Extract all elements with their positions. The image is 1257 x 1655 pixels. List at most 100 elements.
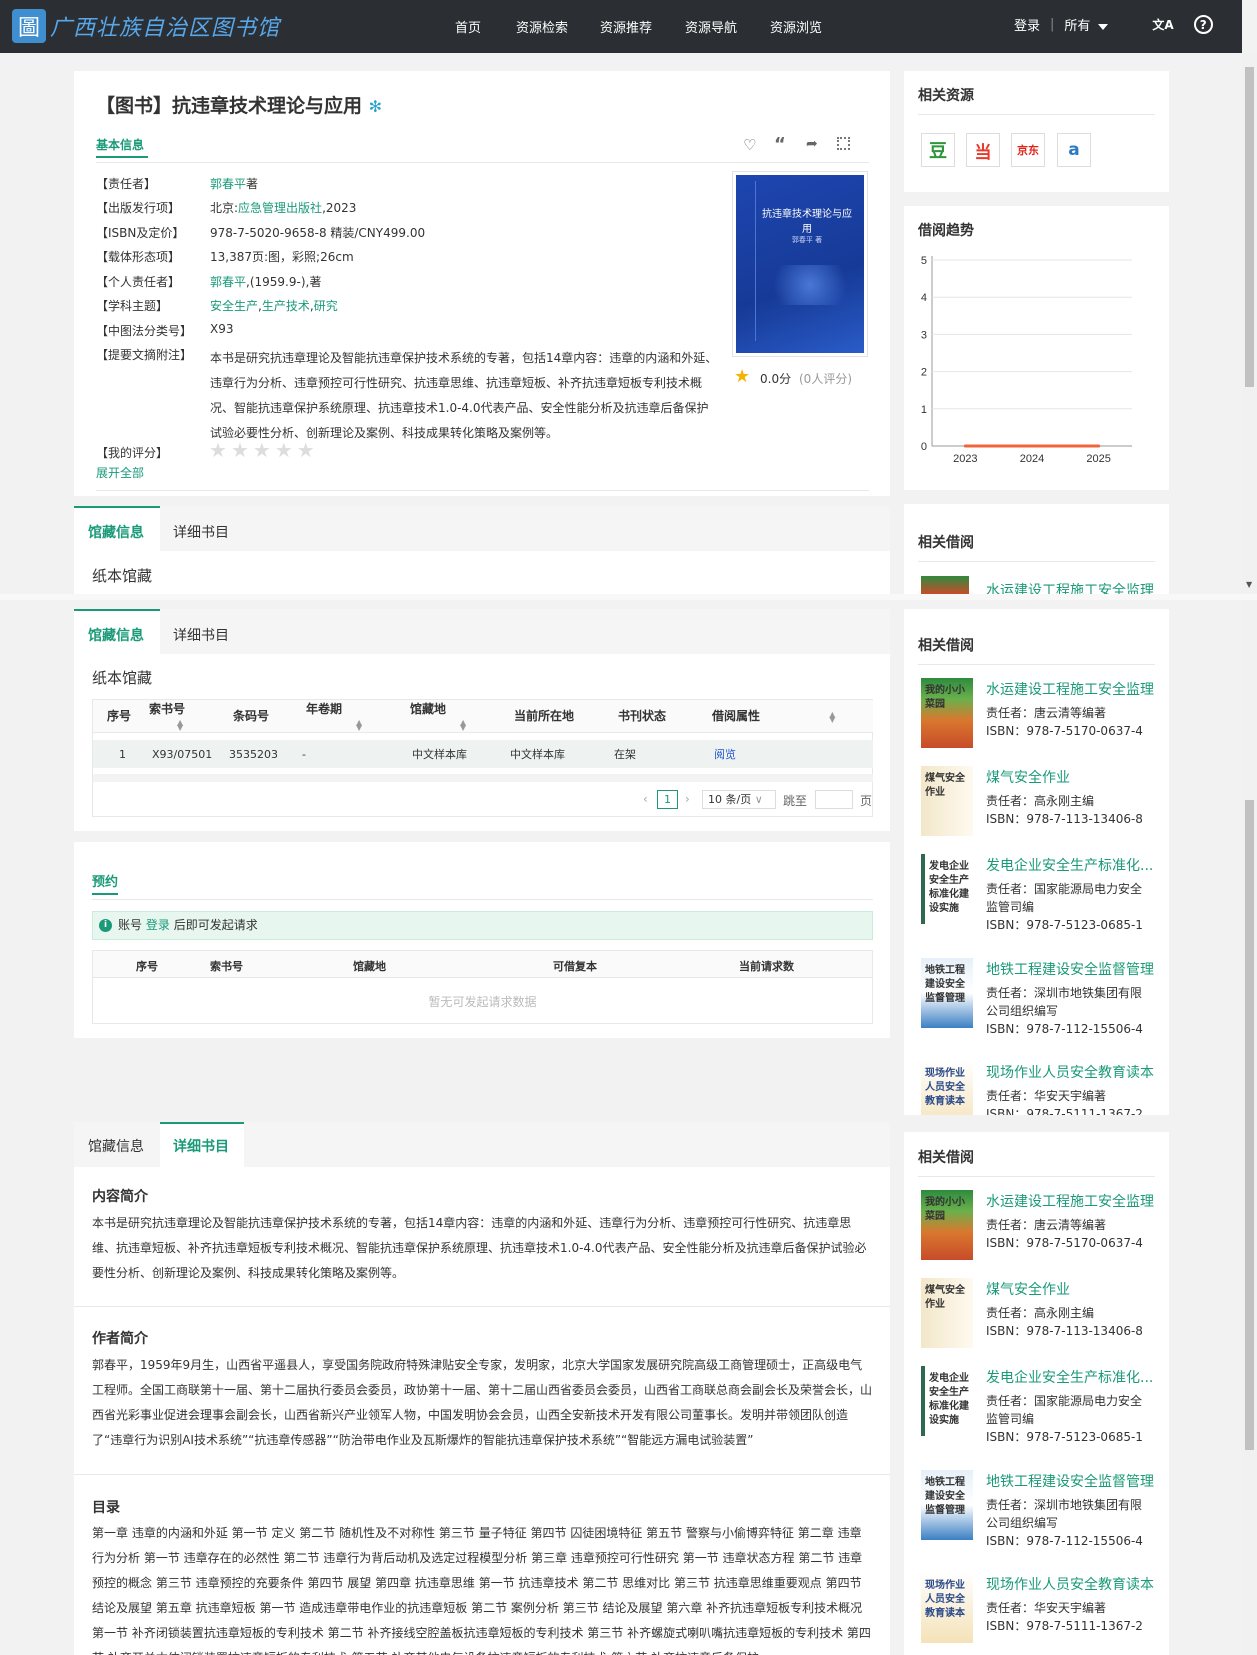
- cell-borrow-attr[interactable]: 阅览: [698, 740, 873, 768]
- tab-basic-info[interactable]: 基本信息: [96, 136, 144, 153]
- related-borrow-item[interactable]: 我的小小菜园 水运建设工程施工安全监理 责任者：唐云清等编著 ISBN：978-7-5…: [904, 1190, 1169, 1280]
- share-icon[interactable]: ➦: [806, 136, 818, 152]
- star-icon[interactable]: ★: [297, 438, 315, 462]
- scrollbar-thumb[interactable]: [1245, 67, 1254, 387]
- book-cover-thumb[interactable]: 地铁工程建设安全监督管理: [921, 958, 973, 1028]
- related-borrow-title: 相关借阅: [918, 638, 974, 654]
- related-book-title[interactable]: 地铁工程建设安全监督管理: [986, 1471, 1154, 1491]
- personal-author-link[interactable]: 郭春平: [210, 275, 246, 289]
- nav-search[interactable]: 资源检索: [516, 17, 568, 36]
- star-icon[interactable]: ★: [253, 438, 271, 462]
- related-borrow-item[interactable]: 地铁工程建设安全监督管理 地铁工程建设安全监督管理 责任者：深圳市地铁集团有限 公司组…: [904, 958, 1169, 1048]
- subject-link[interactable]: 生产技术: [262, 299, 310, 313]
- page-current[interactable]: 1: [657, 790, 678, 809]
- related-book-title[interactable]: 发电企业安全生产标准化...: [986, 1367, 1153, 1387]
- douban-icon[interactable]: 豆: [921, 133, 955, 167]
- page-size-select[interactable]: 10 条/页 ∨: [702, 790, 776, 809]
- related-borrow-item[interactable]: 现场作业人员安全教育读本 现场作业人员安全教育读本 责任者：华安天宇编著 ISBN：9…: [904, 1061, 1169, 1115]
- related-book-title[interactable]: 水运建设工程施工安全监理: [986, 580, 1154, 594]
- related-book-title[interactable]: 现场作业人员安全教育读本: [986, 1574, 1154, 1594]
- jd-icon[interactable]: 京东: [1011, 133, 1045, 167]
- goto-page-input[interactable]: [815, 790, 853, 809]
- book-cover-thumb[interactable]: 发电企业安全生产标准化建设实施: [921, 1366, 973, 1436]
- related-borrow-item[interactable]: 现场作业人员安全教育读本 现场作业人员安全教育读本 责任者：华安天宇编著 ISBN：9…: [904, 1573, 1169, 1655]
- translate-icon[interactable]: 文A: [1152, 16, 1173, 33]
- library-logo[interactable]: 圖 广西壮族自治区图书馆: [12, 9, 280, 43]
- related-book-title[interactable]: 发电企业安全生产标准化...: [986, 855, 1153, 875]
- col-header[interactable]: 索书号 ▲ ▼: [135, 700, 219, 733]
- book-cover-thumb[interactable]: 地铁工程建设安全监督管理: [921, 1470, 973, 1540]
- book-cover-thumb[interactable]: 煤气安全作业: [921, 1278, 973, 1348]
- tab-holdings-label[interactable]: 馆藏信息: [88, 1136, 144, 1156]
- qrcode-icon[interactable]: [837, 137, 850, 150]
- book-cover-thumb[interactable]: 我的小小菜园: [921, 1190, 973, 1260]
- tab-holdings-label[interactable]: 馆藏信息: [88, 625, 144, 645]
- subject-link[interactable]: 安全生产: [210, 299, 258, 313]
- tab-detail-label[interactable]: 详细书目: [173, 1136, 229, 1156]
- tab-holdings-label[interactable]: 馆藏信息: [88, 522, 144, 542]
- scrollbar[interactable]: [1242, 600, 1257, 1655]
- scrollbar-thumb[interactable]: [1245, 800, 1254, 1450]
- next-page-icon[interactable]: ›: [685, 792, 690, 806]
- amazon-icon[interactable]: a: [1057, 133, 1091, 167]
- table-hscrollbar[interactable]: [93, 774, 873, 782]
- field-publisher: 北京:应急管理出版社,2023: [210, 199, 356, 216]
- sort-icon[interactable]: ▲ ▼: [460, 718, 466, 731]
- book-cover-thumb[interactable]: 现场作业人员安全教育读本: [921, 1061, 973, 1115]
- star-icon[interactable]: ★: [231, 438, 249, 462]
- field-label: 【个人责任者】: [96, 275, 181, 289]
- favorite-icon[interactable]: ♡: [743, 136, 756, 154]
- sort-icon[interactable]: ▲ ▼: [829, 710, 835, 723]
- star-icon[interactable]: ★: [275, 438, 293, 462]
- data-point[interactable]: [1030, 444, 1034, 448]
- nav-home[interactable]: 首页: [455, 17, 481, 36]
- scroll-down-arrow-icon[interactable]: ▼: [1246, 580, 1252, 589]
- data-point[interactable]: [1097, 444, 1101, 448]
- related-book-title[interactable]: 水运建设工程施工安全监理: [986, 1191, 1154, 1211]
- help-icon[interactable]: ?: [1193, 15, 1213, 34]
- nav-recommend[interactable]: 资源推荐: [600, 17, 652, 36]
- dangdang-icon[interactable]: 当: [966, 133, 1000, 167]
- related-borrow-item[interactable]: 煤气安全作业 煤气安全作业 责任者：高永刚主编 ISBN：978-7-113-1340…: [904, 766, 1169, 856]
- prev-page-icon[interactable]: ‹: [643, 792, 648, 806]
- quote-icon[interactable]: “: [774, 134, 786, 155]
- star-icon[interactable]: ★: [209, 438, 227, 462]
- subject-link[interactable]: 研究: [314, 299, 338, 313]
- my-rating-stars[interactable]: ★ ★ ★ ★ ★: [209, 438, 315, 462]
- sort-icon[interactable]: ▲ ▼: [356, 718, 362, 731]
- related-borrow-item[interactable]: 发电企业安全生产标准化建设实施 发电企业安全生产标准化... 责任者：国家能源局电力…: [904, 854, 1169, 944]
- related-borrow-item[interactable]: 煤气安全作业 煤气安全作业 责任者：高永刚主编 ISBN：978-7-113-1340…: [904, 1278, 1169, 1368]
- nav-browse[interactable]: 资源浏览: [770, 17, 822, 36]
- book-cover-thumb[interactable]: 煤气安全作业: [921, 766, 973, 836]
- nav-guide[interactable]: 资源导航: [685, 17, 737, 36]
- related-borrow-item[interactable]: 发电企业安全生产标准化建设实施 发电企业安全生产标准化... 责任者：国家能源局电力…: [904, 1366, 1169, 1456]
- book-cover-thumb[interactable]: [921, 576, 969, 594]
- col-header[interactable]: 馆藏地 ▲ ▼: [396, 700, 500, 733]
- author-link[interactable]: 郭春平: [210, 177, 246, 191]
- related-book-title[interactable]: 水运建设工程施工安全监理: [986, 679, 1154, 699]
- related-book-title[interactable]: 现场作业人员安全教育读本: [986, 1062, 1154, 1082]
- book-cover-thumb[interactable]: 发电企业安全生产标准化建设实施: [921, 854, 973, 924]
- data-point[interactable]: [963, 444, 967, 448]
- related-book-title[interactable]: 煤气安全作业: [986, 1279, 1070, 1299]
- book-cover-thumb[interactable]: 我的小小菜园: [921, 678, 973, 748]
- sort-icon[interactable]: ▲ ▼: [177, 718, 183, 731]
- notice-login-link[interactable]: 登录: [146, 918, 170, 932]
- related-book-title[interactable]: 地铁工程建设安全监督管理: [986, 959, 1154, 979]
- tab-detail-label[interactable]: 详细书目: [173, 625, 229, 645]
- tab-detail-label[interactable]: 详细书目: [173, 522, 229, 542]
- col-header[interactable]: 年卷期 ▲ ▼: [292, 700, 396, 733]
- col-header[interactable]: 借阅属性 ▲ ▼: [698, 700, 873, 733]
- toc-title: 目录: [92, 1500, 120, 1516]
- expand-all-link[interactable]: 展开全部: [96, 464, 144, 481]
- publish-year: ,2023: [322, 201, 357, 215]
- login-link[interactable]: 登录: [1014, 15, 1040, 34]
- book-cover-thumb[interactable]: 现场作业人员安全教育读本: [921, 1573, 973, 1643]
- related-book-title[interactable]: 煤气安全作业: [986, 767, 1070, 787]
- book-cover[interactable]: 抗违章技术理论与应用 郭春平 著: [732, 171, 868, 357]
- related-borrow-item[interactable]: 我的小小菜园 水运建设工程施工安全监理 责任者：唐云清等编著 ISBN：978-7-5…: [904, 678, 1169, 768]
- related-borrow-item[interactable]: 地铁工程建设安全监督管理 地铁工程建设安全监督管理 责任者：深圳市地铁集团有限 公司组…: [904, 1470, 1169, 1560]
- publisher-link[interactable]: 应急管理出版社: [238, 201, 322, 215]
- scrollbar[interactable]: [1242, 53, 1257, 593]
- scope-select[interactable]: 所有: [1064, 15, 1109, 34]
